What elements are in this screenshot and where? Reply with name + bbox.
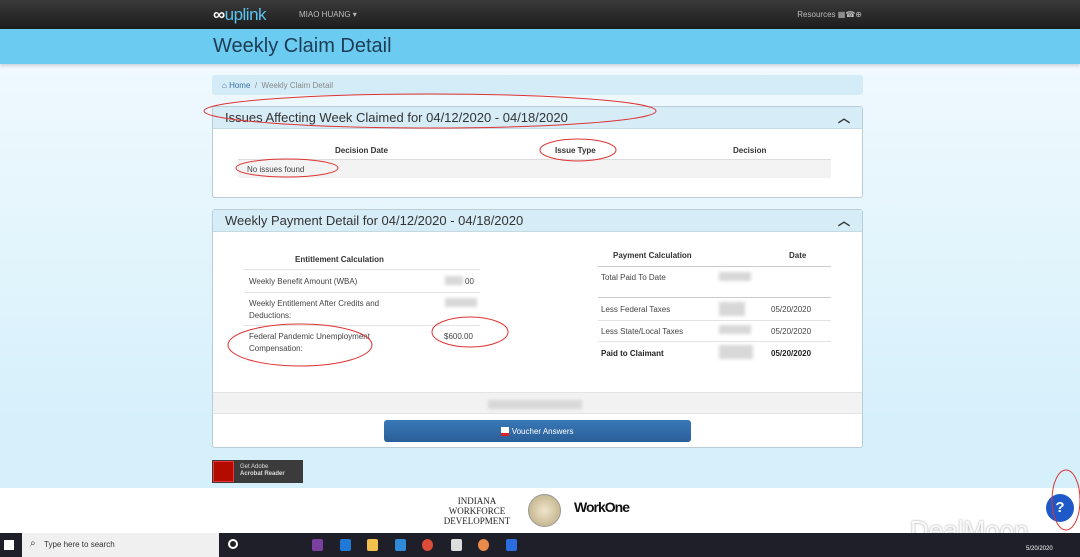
payment-panel-header[interactable]: Weekly Payment Detail for 04/12/2020 - 0… bbox=[213, 210, 862, 232]
indiana-dwd-logo: INDIANA WORKFORCE DEVELOPMENT bbox=[443, 496, 511, 526]
user-menu[interactable]: MIAO HUANG ▾ bbox=[299, 10, 357, 19]
page-header: Weekly Claim Detail bbox=[0, 29, 1080, 64]
payment-title: Weekly Payment Detail for 04/12/2020 - 0… bbox=[225, 213, 524, 228]
breadcrumb-home[interactable]: ⌂ Home bbox=[222, 81, 250, 90]
mail-icon[interactable] bbox=[395, 539, 406, 551]
issues-title: Issues Affecting Week Claimed for 04/12/… bbox=[225, 110, 568, 125]
search-icon: ⌕ bbox=[30, 538, 36, 549]
cortana-icon[interactable] bbox=[228, 539, 238, 549]
get-adobe-reader-button[interactable]: Get Adobe Acrobat Reader bbox=[212, 460, 303, 483]
edge-icon[interactable] bbox=[340, 539, 351, 551]
pdf-icon bbox=[501, 427, 510, 437]
issues-panel: Issues Affecting Week Claimed for 04/12/… bbox=[212, 106, 863, 198]
issues-panel-header[interactable]: Issues Affecting Week Claimed for 04/12/… bbox=[213, 107, 862, 129]
adobe-icon bbox=[213, 461, 234, 482]
breadcrumb-current: Weekly Claim Detail bbox=[261, 81, 333, 90]
resource-icons: ▦☎⊕ bbox=[837, 10, 862, 19]
taskbar: ⌕ Type here to search 5/20/2020 bbox=[0, 533, 1080, 557]
onenote-icon[interactable] bbox=[312, 539, 323, 551]
breadcrumb: ⌂ Home / Weekly Claim Detail bbox=[212, 75, 863, 95]
chevron-up-icon[interactable]: ︿ bbox=[838, 109, 850, 126]
chrome-icon[interactable] bbox=[422, 539, 433, 551]
home-icon: ⌂ bbox=[222, 81, 227, 90]
taskbar-date: 5/20/2020 bbox=[1026, 546, 1053, 552]
state-seal-logo bbox=[528, 494, 561, 527]
page-title: Weekly Claim Detail bbox=[213, 35, 392, 57]
resources-link[interactable]: Resources ▦☎⊕ bbox=[797, 10, 862, 19]
calculator-icon[interactable] bbox=[451, 539, 462, 551]
voucher-answers-button[interactable]: Voucher Answers bbox=[384, 420, 691, 442]
uplink-logo[interactable]: ∞uplink bbox=[213, 5, 267, 25]
help-button[interactable]: ? bbox=[1046, 494, 1074, 522]
col-issue-type: Issue Type bbox=[555, 146, 596, 155]
payment-panel: Weekly Payment Detail for 04/12/2020 - 0… bbox=[212, 209, 863, 448]
col-decision: Decision bbox=[733, 146, 767, 155]
empty-row: No issues found bbox=[238, 160, 831, 178]
app-icon[interactable] bbox=[506, 539, 517, 551]
windows-start-icon[interactable] bbox=[4, 540, 14, 550]
taskbar-search[interactable]: ⌕ Type here to search bbox=[22, 533, 219, 557]
payment-calc-header: Payment Calculation bbox=[613, 251, 692, 260]
col-decision-date: Decision Date bbox=[335, 146, 388, 155]
top-navbar: ∞uplink MIAO HUANG ▾ Resources ▦☎⊕ bbox=[0, 0, 1080, 29]
file-explorer-icon[interactable] bbox=[367, 539, 378, 551]
entitlement-header: Entitlement Calculation bbox=[295, 255, 384, 264]
workone-logo: WorkOne bbox=[574, 499, 630, 515]
summary-row bbox=[213, 392, 862, 414]
chevron-up-icon[interactable]: ︿ bbox=[838, 212, 850, 229]
app-icon[interactable] bbox=[478, 539, 489, 551]
